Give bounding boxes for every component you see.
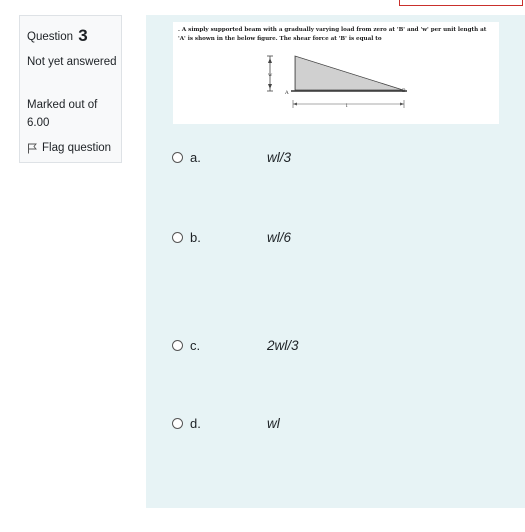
question-state: Not yet answered — [27, 56, 117, 68]
answer-letter-a: a. — [190, 150, 201, 165]
flag-question-button[interactable]: Flag question — [27, 142, 111, 154]
answer-radio-c[interactable] — [172, 340, 183, 351]
answer-letter-b: b. — [190, 230, 201, 245]
answer-text-c: 2wl/3 — [267, 338, 299, 353]
distributed-load-triangle — [294, 55, 404, 91]
question-label: Question — [27, 31, 74, 43]
question-figure-image: . A simply supported beam with a gradual… — [173, 22, 499, 124]
answer-option-d[interactable]: d. wl — [172, 416, 280, 431]
answer-text-d: wl — [267, 416, 280, 431]
question-text: . A simply supported beam with a gradual… — [178, 27, 487, 42]
beam-diagram: w A B l — [267, 55, 407, 109]
question-number: Question 3 — [27, 25, 88, 45]
flag-question-label: Flag question — [42, 142, 112, 154]
point-a-label: A — [284, 90, 289, 96]
question-info-panel: Question 3 Not yet answered Marked out o… — [19, 15, 122, 163]
answer-letter-d: d. — [190, 416, 201, 431]
header-frame-edge — [399, 0, 523, 6]
flag-icon — [28, 143, 37, 153]
grade-label: Marked out of — [27, 99, 98, 111]
point-b-label: B — [402, 88, 406, 94]
answer-radio-a[interactable] — [172, 152, 183, 163]
answer-text-a: wl/3 — [267, 150, 292, 165]
answer-option-a[interactable]: a. wl/3 — [172, 150, 291, 165]
answer-option-c[interactable]: c. 2wl/3 — [172, 338, 299, 353]
question-content: . A simply supported beam with a gradual… — [146, 15, 525, 508]
load-label: w — [268, 72, 273, 78]
question-grade: Marked out of 6.00 — [27, 96, 122, 132]
grade-value: 6.00 — [27, 117, 50, 129]
question-number-value: 3 — [78, 26, 88, 45]
answer-text-b: wl/6 — [267, 230, 292, 245]
answer-radio-b[interactable] — [172, 232, 183, 243]
answer-option-b[interactable]: b. wl/6 — [172, 230, 291, 245]
answer-radio-d[interactable] — [172, 418, 183, 429]
answer-letter-c: c. — [190, 338, 201, 353]
